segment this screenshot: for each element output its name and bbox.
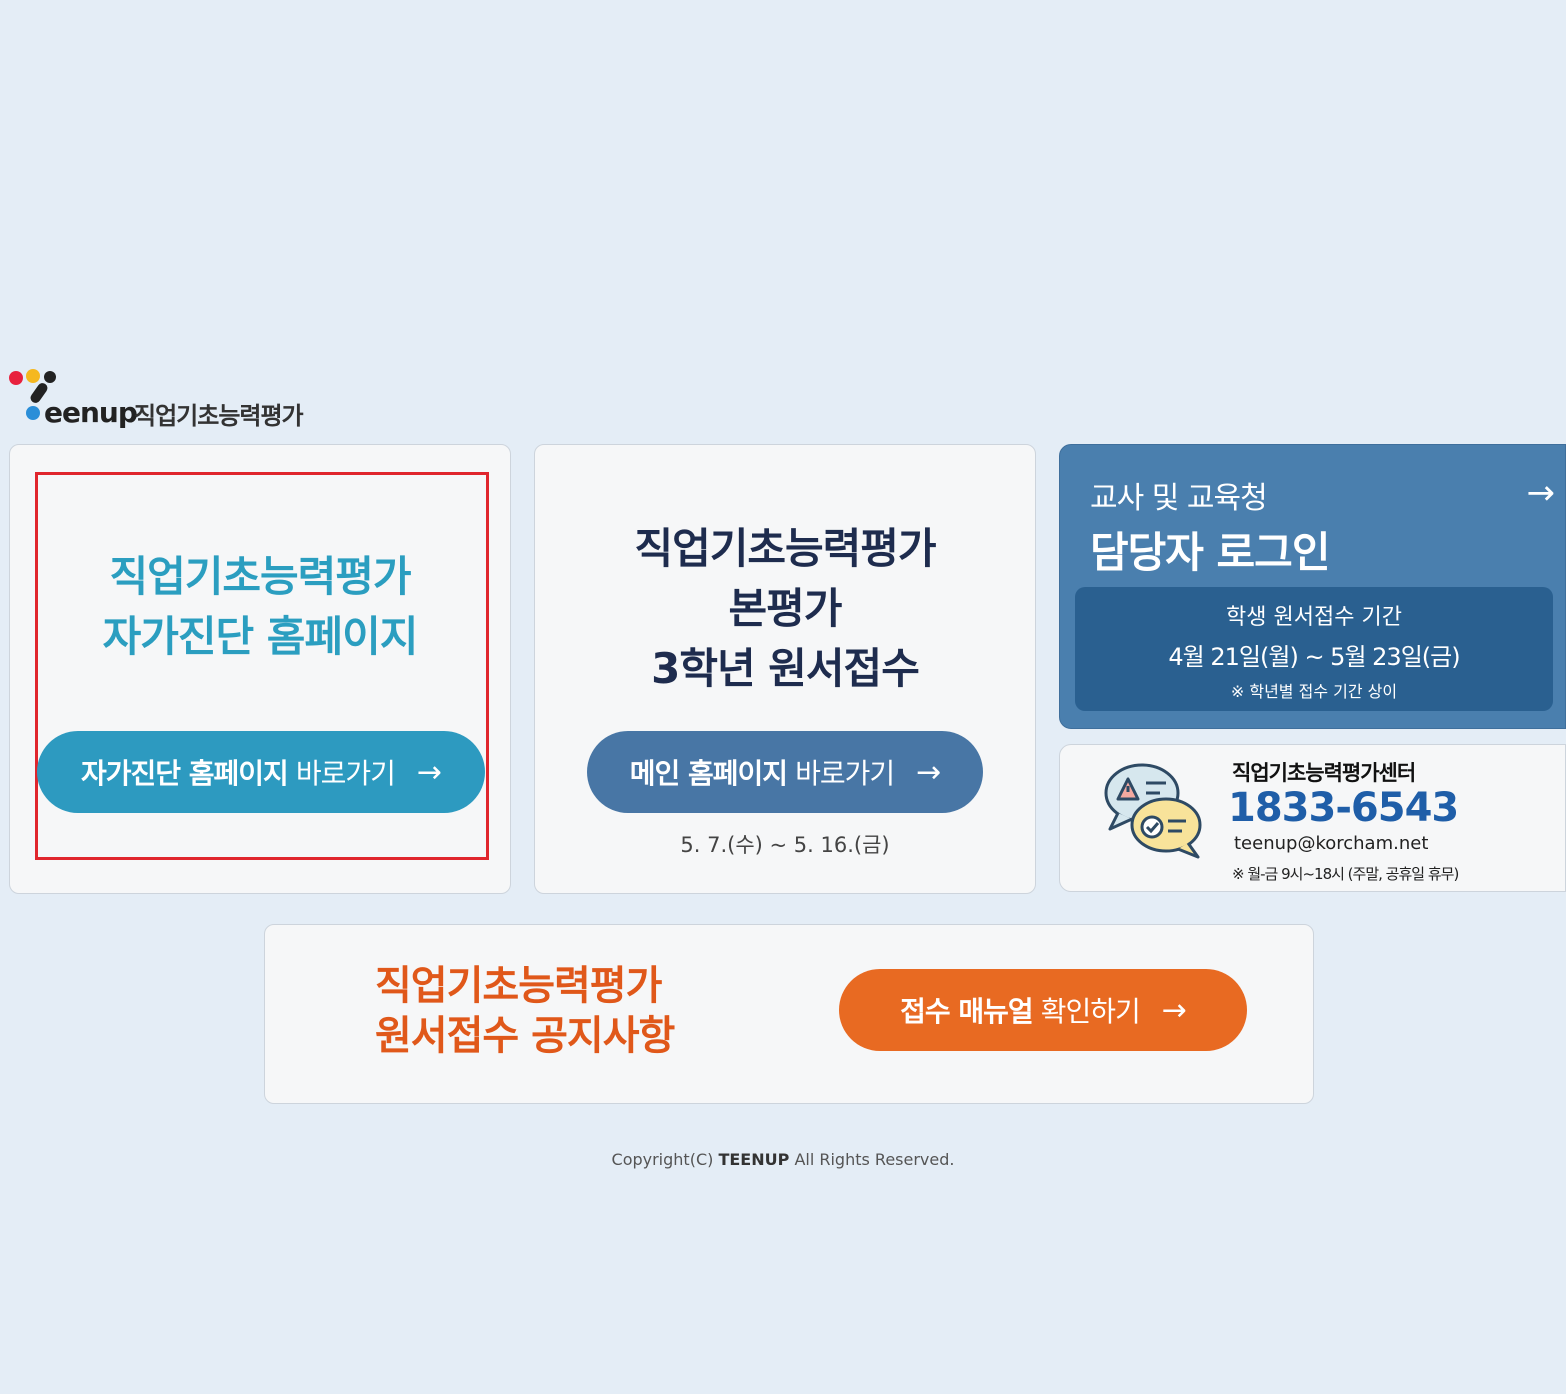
period-title: 학생 원서접수 기간 (1226, 605, 1402, 630)
login-subtitle: 교사 및 교육청 (1090, 481, 1268, 516)
contact-center-card: 직업기초능력평가센터 1833-6543 teenup@korcham.net … (1059, 744, 1566, 892)
login-title: 담당자 로그인 (1090, 528, 1330, 577)
chat-bubbles-icon (1104, 763, 1202, 859)
period-dates: 4월 21일(월) ~ 5월 23일(금) (1168, 643, 1460, 671)
logo-subtitle: 직업기초능력평가 (134, 402, 304, 430)
self-diagnosis-title: 직업기초능력평가 자가진단 홈페이지 (102, 552, 419, 661)
arrow-right-icon: → (416, 754, 442, 790)
period-note: ※ 학년별 접수 기간 상이 (1230, 682, 1398, 701)
teacher-login-card[interactable]: 교사 및 교육청 담당자 로그인 → 학생 원서접수 기간 4월 21일(월) … (1059, 444, 1566, 729)
self-diagnosis-button[interactable]: 자가진단 홈페이지 바로가기 → (37, 731, 485, 813)
center-phone[interactable]: 1833-6543 (1228, 785, 1459, 831)
center-name: 직업기초능력평가센터 (1232, 761, 1416, 785)
manual-button[interactable]: 접수 매뉴얼 확인하기 → (839, 969, 1247, 1051)
center-hours: ※ 월-금 9시~18시 (주말, 공휴일 휴무) (1232, 865, 1459, 883)
main-evaluation-title: 직업기초능력평가 본평가 3학년 원서접수 (634, 524, 936, 693)
teenup-logo[interactable]: eenup 직업기초능력평가 (8, 368, 328, 432)
application-period-box: 학생 원서접수 기간 4월 21일(월) ~ 5월 23일(금) ※ 학년별 접… (1075, 587, 1553, 711)
main-homepage-button[interactable]: 메인 홈페이지 바로가기 → (587, 731, 983, 813)
notice-card: 직업기초능력평가 원서접수 공지사항 접수 매뉴얼 확인하기 → (264, 924, 1314, 1104)
center-email[interactable]: teenup@korcham.net (1234, 833, 1428, 854)
copyright: Copyright(C) TEENUP All Rights Reserved. (611, 1150, 955, 1169)
logo-wordmark: eenup (44, 396, 138, 429)
arrow-right-icon: → (1161, 992, 1187, 1028)
notice-title: 직업기초능력평가 원서접수 공지사항 (375, 963, 675, 1059)
self-diagnosis-card: 직업기초능력평가 자가진단 홈페이지 자가진단 홈페이지 바로가기 → (9, 444, 511, 894)
arrow-right-icon: → (916, 754, 941, 790)
main-evaluation-card: 직업기초능력평가 본평가 3학년 원서접수 메인 홈페이지 바로가기 → 5. … (534, 444, 1036, 894)
application-dates: 5. 7.(수) ~ 5. 16.(금) (680, 833, 890, 857)
arrow-right-icon[interactable]: → (1527, 473, 1556, 513)
